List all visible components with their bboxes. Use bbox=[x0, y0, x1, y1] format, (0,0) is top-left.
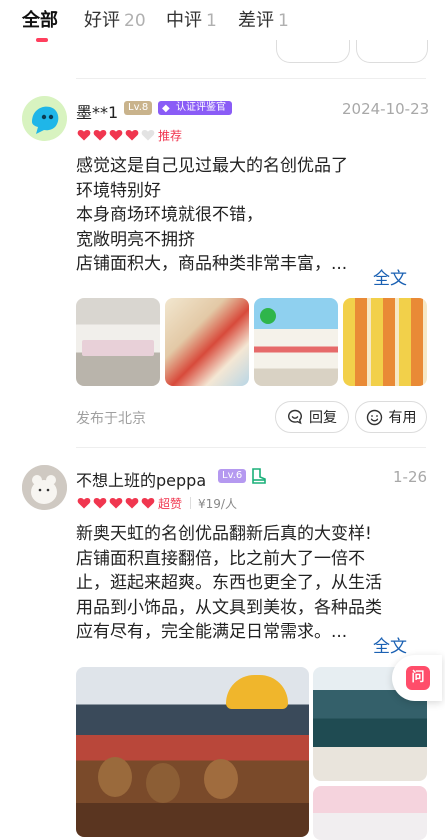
expand-full-text-link[interactable]: 全文 bbox=[373, 264, 407, 289]
divider bbox=[76, 447, 426, 448]
reply-button[interactable]: 回复 bbox=[275, 401, 349, 433]
user-level-badge: Lv.6 bbox=[218, 469, 247, 483]
heart-filled-icon bbox=[93, 129, 107, 141]
heart-filled-icon bbox=[93, 497, 107, 509]
useful-label: 有用 bbox=[388, 410, 417, 426]
tab-positive-label: 好评 bbox=[84, 10, 120, 31]
divider bbox=[76, 78, 426, 79]
comment-icon bbox=[288, 409, 303, 425]
separator bbox=[190, 497, 191, 509]
review-date: 1-26 bbox=[393, 468, 428, 486]
ask-icon: 问 bbox=[406, 666, 430, 690]
user-level-badge: Lv.8 bbox=[124, 101, 153, 115]
tab-neutral[interactable]: 中评 1 bbox=[166, 6, 217, 32]
heart-filled-icon bbox=[109, 129, 123, 141]
review-photo[interactable] bbox=[76, 298, 160, 386]
ask-question-floating-button[interactable]: 问 bbox=[392, 655, 442, 701]
smile-icon bbox=[366, 409, 382, 425]
rating-hearts bbox=[77, 496, 155, 510]
heart-filled-icon bbox=[125, 497, 139, 509]
tab-positive[interactable]: 好评 20 bbox=[84, 6, 146, 32]
heart-filled-icon bbox=[125, 129, 139, 141]
review-text-line: 止，逛起来超爽。东西也更全了，从生活 bbox=[76, 573, 382, 593]
price-per-person: ¥19/人 bbox=[198, 497, 237, 511]
avatar[interactable] bbox=[22, 96, 67, 141]
review-text-line: 环境特别好 bbox=[76, 180, 161, 201]
previous-reply-button-edge bbox=[276, 40, 350, 63]
tab-negative-label: 差评 bbox=[238, 10, 274, 31]
review-text-line: 店铺面积直接翻倍，比之前大了一倍不 bbox=[76, 548, 365, 569]
review-username[interactable]: 墨**1 bbox=[76, 99, 118, 123]
review-text-line: 本身商场环境就很不错， bbox=[76, 205, 263, 225]
rating-tag: 超赞 bbox=[158, 497, 183, 511]
tab-all[interactable]: 全部 bbox=[22, 6, 58, 32]
tab-neutral-label: 中评 bbox=[166, 10, 202, 31]
review-text: 新奥天虹的名创优品翻新后真的大变样! 店铺面积直接翻倍，比之前大了一倍不 止，逛… bbox=[76, 522, 416, 645]
heart-filled-icon bbox=[77, 129, 91, 141]
review-photo[interactable] bbox=[76, 667, 309, 837]
expand-full-text-link[interactable]: 全文 bbox=[373, 632, 407, 657]
verified-reviewer-badge: ◆ 认证评鉴官 bbox=[158, 101, 232, 115]
rating-hearts bbox=[77, 128, 155, 142]
review-text-line: 店铺面积大，商品种类非常丰富，... bbox=[76, 254, 348, 274]
avatar-plush-icon bbox=[22, 465, 67, 510]
review-text-line: 应有尽有，完全能满足日常需求。... bbox=[76, 622, 348, 642]
verified-reviewer-label: 认证评鉴官 bbox=[176, 102, 226, 113]
tab-negative-count: 1 bbox=[278, 11, 289, 31]
tab-negative[interactable]: 差评 1 bbox=[238, 6, 289, 32]
reply-label: 回复 bbox=[309, 410, 337, 426]
review-date: 2024-10-23 bbox=[342, 100, 430, 118]
heart-filled-icon bbox=[141, 497, 155, 509]
review-text-line: 用品到小饰品，从文具到美妆，各种品类 bbox=[76, 597, 382, 618]
tab-neutral-count: 1 bbox=[206, 11, 217, 31]
review-photo[interactable] bbox=[254, 298, 338, 386]
heart-filled-icon bbox=[77, 497, 91, 509]
review-text: 感觉这是自己见过最大的名创优品了 环境特别好 本身商场环境就很不错， 宽敞明亮不… bbox=[76, 154, 416, 277]
boot-icon bbox=[252, 468, 266, 484]
heart-filled-icon bbox=[109, 497, 123, 509]
review-text-line: 新奥天虹的名创优品翻新后真的大变样! bbox=[76, 524, 372, 544]
avatar-bird-icon bbox=[22, 96, 67, 141]
review-text-line: 感觉这是自己见过最大的名创优品了 bbox=[76, 156, 348, 176]
rating-tag: 推荐 bbox=[158, 129, 183, 143]
review-photo[interactable] bbox=[165, 298, 249, 386]
useful-button[interactable]: 有用 bbox=[355, 401, 427, 433]
heart-empty-icon bbox=[141, 129, 155, 141]
previous-useful-button-edge bbox=[356, 40, 428, 63]
tab-all-label: 全部 bbox=[22, 10, 58, 31]
review-text-line: 宽敞明亮不拥挤 bbox=[76, 229, 195, 250]
tab-positive-count: 20 bbox=[124, 11, 146, 31]
post-location: 发布于北京 bbox=[76, 411, 146, 427]
active-tab-indicator bbox=[36, 38, 48, 42]
avatar[interactable] bbox=[22, 465, 67, 510]
review-username[interactable]: 不想上班的peppa bbox=[76, 467, 206, 491]
review-photo[interactable] bbox=[313, 786, 427, 840]
review-photo[interactable] bbox=[343, 298, 427, 386]
diamond-icon: ◆ bbox=[162, 103, 170, 114]
